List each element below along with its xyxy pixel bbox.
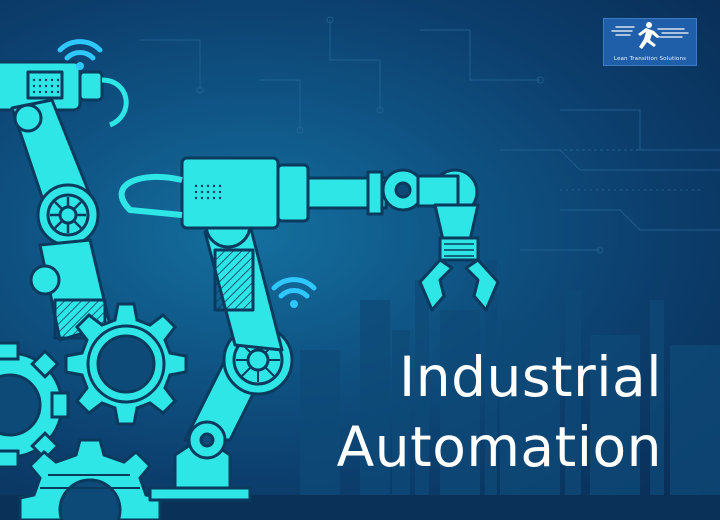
logo-text: Lean Transition Solutions bbox=[613, 56, 687, 62]
large-gear bbox=[64, 302, 188, 426]
headline-line-1: Industrial bbox=[399, 345, 662, 409]
company-logo: Lean Transition Solutions bbox=[603, 18, 697, 66]
wifi-icon bbox=[271, 277, 317, 308]
hero-banner: Lean Transition Solutions Industrial Aut… bbox=[0, 0, 720, 520]
running-man-icon bbox=[611, 22, 689, 49]
left-edge-gear bbox=[0, 341, 70, 469]
left-robot-arm bbox=[0, 60, 129, 342]
headline-line-2: Automation bbox=[336, 415, 662, 479]
headline: Industrial Automation bbox=[337, 342, 662, 482]
